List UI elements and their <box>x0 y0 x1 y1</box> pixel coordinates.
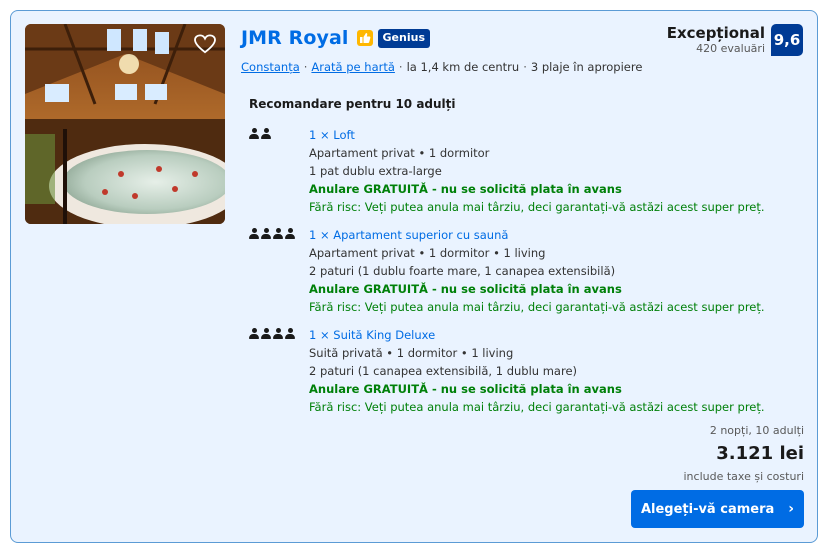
chevron-right-icon: › <box>788 501 795 517</box>
room-type: Suită privată • 1 dormitor • 1 living <box>309 346 514 360</box>
room-name[interactable]: 1 × Suită King Deluxe <box>309 326 769 344</box>
review-count: 420 evaluări <box>696 42 765 55</box>
thumbs-up-badge-icon <box>356 30 373 46</box>
score-badge: 9,6 <box>771 24 803 56</box>
price-block: 2 nopți, 10 adulți 3.121 lei include tax… <box>684 424 805 484</box>
occupancy-icons <box>249 128 273 140</box>
room-type: Apartament privat • 1 dormitor • 1 livin… <box>309 246 546 260</box>
free-cancellation: Anulare GRATUITĂ - nu se solicită plata … <box>309 282 622 296</box>
person-icon <box>285 328 295 340</box>
person-icon <box>261 128 271 140</box>
choose-room-label: Alegeți-vă camera <box>640 501 775 517</box>
room-item: 1 × Apartament superior cu saună Apartam… <box>249 226 769 316</box>
rating-label: Excepțional <box>666 24 765 42</box>
room-beds: 2 paturi (1 canapea extensibilă, 1 dublu… <box>309 364 578 378</box>
genius-badge: Genius <box>377 28 431 48</box>
person-icon <box>261 228 271 240</box>
property-card: JMR Royal Genius Constanța · Arată pe ha… <box>10 10 818 543</box>
person-icon <box>249 228 259 240</box>
room-beds: 2 paturi (1 dublu foarte mare, 1 canapea… <box>309 264 616 278</box>
room-item: 1 × Suită King Deluxe Suită privată • 1 … <box>249 326 769 416</box>
room-item: 1 × Loft Apartament privat • 1 dormitor … <box>249 126 769 216</box>
room-beds: 1 pat dublu extra-large <box>309 164 442 178</box>
person-icon <box>285 228 295 240</box>
heart-outline-icon <box>194 34 216 54</box>
distance-text: la 1,4 km de centru <box>406 60 520 74</box>
separator-dot: · <box>398 60 403 74</box>
beaches-text: 3 plaje în apropiere <box>530 60 643 74</box>
separator-dot: · <box>303 60 308 74</box>
show-on-map-link[interactable]: Arată pe hartă <box>311 60 395 74</box>
choose-room-button[interactable]: Alegeți-vă camera › <box>631 490 804 528</box>
city-link[interactable]: Constanța <box>241 60 300 74</box>
price-amount: 3.121 lei <box>716 443 804 464</box>
separator-dot: · <box>523 60 527 74</box>
no-risk-note: Fără risc: Veți putea anula mai târziu, … <box>309 400 765 414</box>
location-row: Constanța · Arată pe hartă · la 1,4 km d… <box>241 60 642 74</box>
no-risk-note: Fără risc: Veți putea anula mai târziu, … <box>309 300 765 314</box>
favorite-button[interactable] <box>191 30 219 58</box>
person-icon <box>273 328 283 340</box>
free-cancellation: Anulare GRATUITĂ - nu se solicită plata … <box>309 382 622 396</box>
taxes-note: include taxe și costuri <box>683 470 805 483</box>
room-type: Apartament privat • 1 dormitor <box>309 146 490 160</box>
title-row: JMR Royal Genius <box>241 27 431 49</box>
property-photo[interactable] <box>25 24 225 224</box>
no-risk-note: Fără risc: Veți putea anula mai târziu, … <box>309 200 765 214</box>
room-name[interactable]: 1 × Apartament superior cu saună <box>309 226 769 244</box>
property-title[interactable]: JMR Royal <box>241 27 349 49</box>
nights-guests: 2 nopți, 10 adulți <box>709 424 804 437</box>
person-icon <box>273 228 283 240</box>
review-score[interactable]: Excepțional 420 evaluări 9,6 <box>667 24 803 56</box>
recommendation-heading: Recomandare pentru 10 adulți <box>249 97 456 111</box>
occupancy-icons <box>249 228 297 240</box>
person-icon <box>261 328 271 340</box>
free-cancellation: Anulare GRATUITĂ - nu se solicită plata … <box>309 182 622 196</box>
person-icon <box>249 328 259 340</box>
occupancy-icons <box>249 328 297 340</box>
person-icon <box>249 128 259 140</box>
room-name[interactable]: 1 × Loft <box>309 126 769 144</box>
